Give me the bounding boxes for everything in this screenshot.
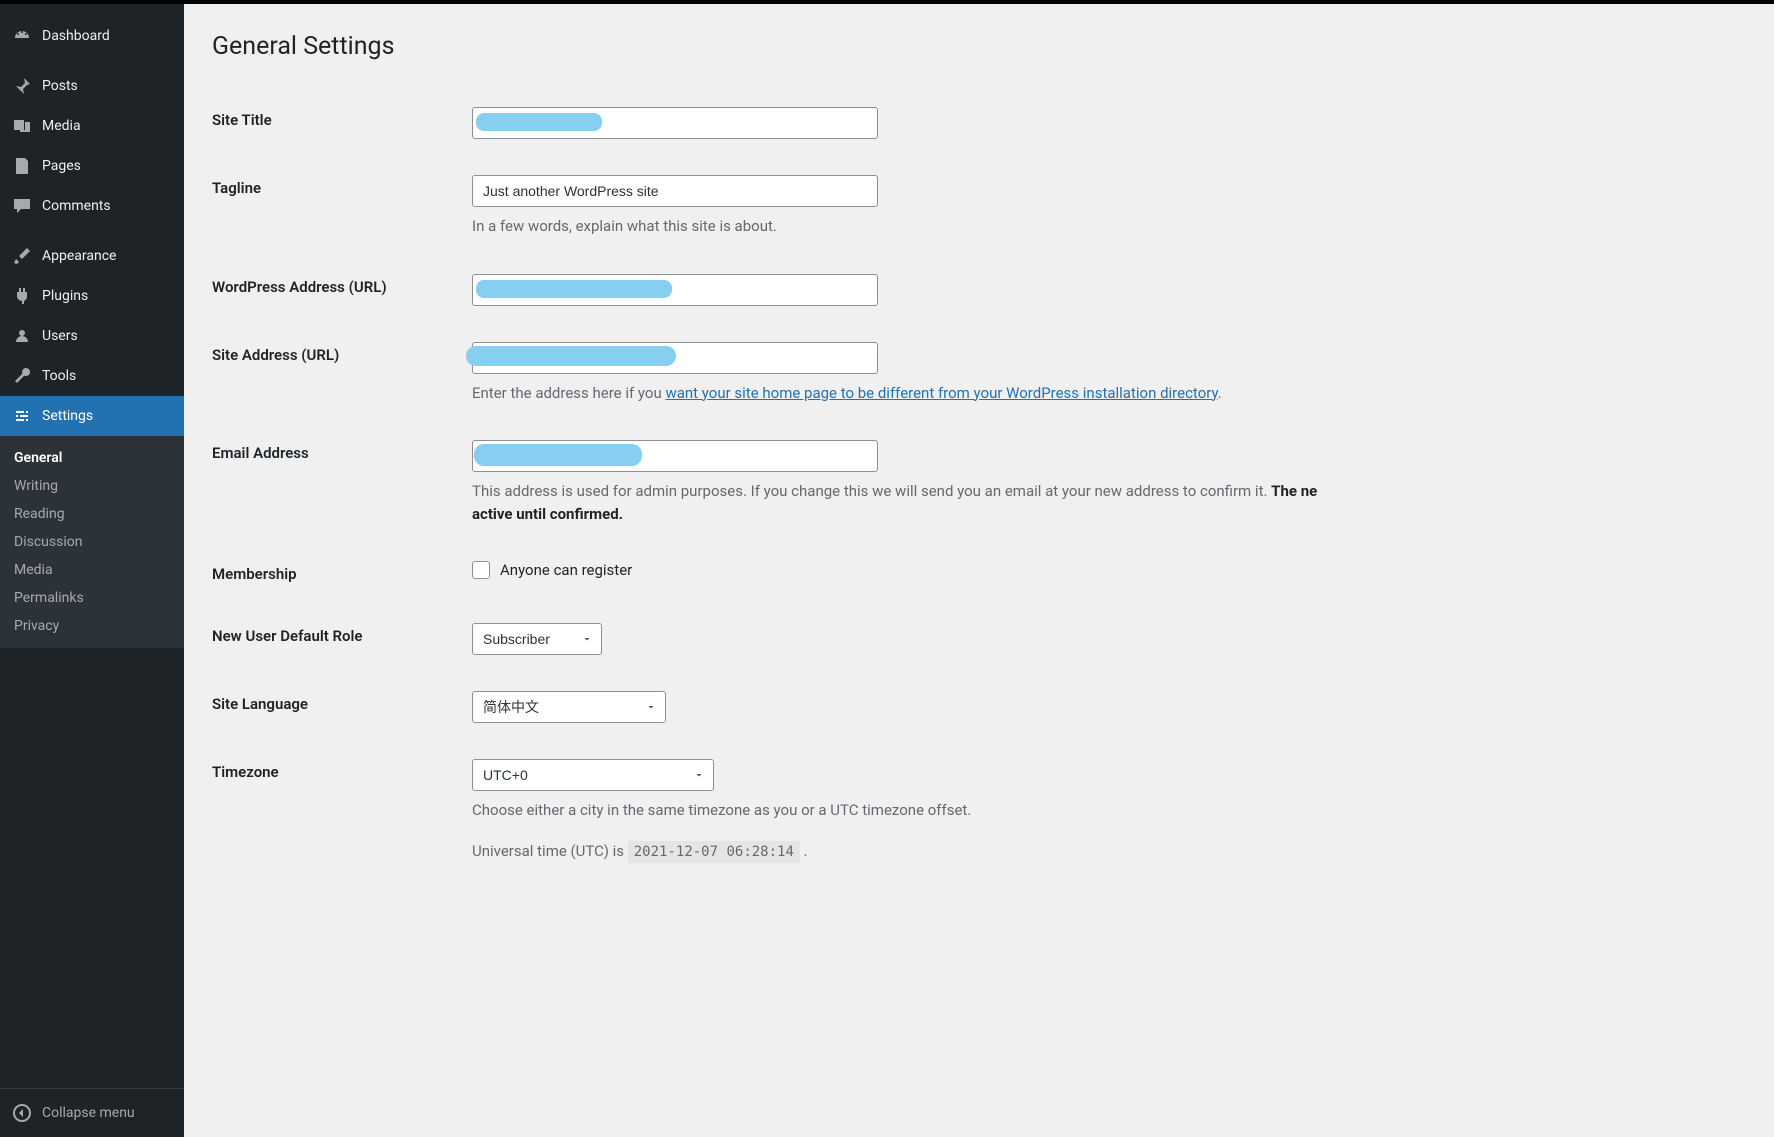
sidebar-item-label: Tools xyxy=(42,368,76,384)
collapse-icon xyxy=(12,1103,32,1123)
label-wp-address: WordPress Address (URL) xyxy=(212,256,472,324)
sidebar-item-label: Comments xyxy=(42,198,111,214)
submenu-item-media[interactable]: Media xyxy=(0,556,184,584)
submenu-item-permalinks[interactable]: Permalinks xyxy=(0,584,184,612)
tagline-description: In a few words, explain what this site i… xyxy=(472,215,1746,238)
sidebar-item-dashboard[interactable]: Dashboard xyxy=(0,16,184,56)
submenu-item-privacy[interactable]: Privacy xyxy=(0,612,184,640)
default-role-select[interactable]: Subscriber xyxy=(472,623,602,655)
sidebar-item-media[interactable]: Media xyxy=(0,106,184,146)
label-language: Site Language xyxy=(212,673,472,741)
timezone-description-1: Choose either a city in the same timezon… xyxy=(472,799,1746,822)
sidebar-item-label: Pages xyxy=(42,158,81,174)
page-title: General Settings xyxy=(212,32,1746,61)
sidebar-item-label: Settings xyxy=(42,408,93,424)
pin-icon xyxy=(12,76,32,96)
main-content: General Settings Site Title Tagline In a… xyxy=(184,4,1774,1137)
sidebar-item-label: Users xyxy=(42,328,78,344)
label-membership: Membership xyxy=(212,543,472,605)
sidebar-item-pages[interactable]: Pages xyxy=(0,146,184,186)
utc-time: 2021-12-07 06:28:14 xyxy=(628,841,800,863)
language-select[interactable]: 简体中文 xyxy=(472,691,666,723)
settings-submenu: General Writing Reading Discussion Media… xyxy=(0,436,184,648)
sidebar-item-settings[interactable]: Settings xyxy=(0,396,184,436)
submenu-item-writing[interactable]: Writing xyxy=(0,472,184,500)
submenu-item-general[interactable]: General xyxy=(0,444,184,472)
media-icon xyxy=(12,116,32,136)
wrench-icon xyxy=(12,366,32,386)
site-title-input[interactable] xyxy=(472,107,878,139)
site-address-description: Enter the address here if you want your … xyxy=(472,382,1746,405)
sidebar-item-label: Media xyxy=(42,118,81,134)
label-tagline: Tagline xyxy=(212,157,472,256)
collapse-menu-label: Collapse menu xyxy=(42,1105,135,1121)
users-icon xyxy=(12,326,32,346)
label-timezone: Timezone xyxy=(212,741,472,881)
membership-checkbox[interactable] xyxy=(472,561,490,579)
plug-icon xyxy=(12,286,32,306)
membership-checkbox-wrap[interactable]: Anyone can register xyxy=(472,561,1746,579)
settings-icon xyxy=(12,406,32,426)
pages-icon xyxy=(12,156,32,176)
submenu-item-discussion[interactable]: Discussion xyxy=(0,528,184,556)
label-default-role: New User Default Role xyxy=(212,605,472,673)
sidebar-item-users[interactable]: Users xyxy=(0,316,184,356)
sidebar-item-appearance[interactable]: Appearance xyxy=(0,236,184,276)
email-description: This address is used for admin purposes.… xyxy=(472,480,1746,525)
label-email: Email Address xyxy=(212,422,472,543)
timezone-description-2: Universal time (UTC) is 2021-12-07 06:28… xyxy=(472,840,1746,863)
sidebar-item-label: Appearance xyxy=(42,248,116,264)
dashboard-icon xyxy=(12,26,32,46)
sidebar-item-comments[interactable]: Comments xyxy=(0,186,184,226)
comments-icon xyxy=(12,196,32,216)
sidebar-item-label: Plugins xyxy=(42,288,88,304)
label-site-address: Site Address (URL) xyxy=(212,324,472,423)
label-site-title: Site Title xyxy=(212,89,472,157)
sidebar-item-label: Posts xyxy=(42,78,78,94)
wp-address-input[interactable] xyxy=(472,274,878,306)
collapse-menu-button[interactable]: Collapse menu xyxy=(0,1088,184,1137)
email-input[interactable] xyxy=(472,440,878,472)
tagline-input[interactable] xyxy=(472,175,878,207)
brush-icon xyxy=(12,246,32,266)
admin-sidebar: Dashboard Posts Media Pages Comments App… xyxy=(0,4,184,1137)
sidebar-item-posts[interactable]: Posts xyxy=(0,66,184,106)
membership-checkbox-label: Anyone can register xyxy=(500,561,632,579)
sidebar-item-plugins[interactable]: Plugins xyxy=(0,276,184,316)
submenu-item-reading[interactable]: Reading xyxy=(0,500,184,528)
site-address-input[interactable] xyxy=(472,342,878,374)
sidebar-item-tools[interactable]: Tools xyxy=(0,356,184,396)
sidebar-item-label: Dashboard xyxy=(42,28,110,44)
timezone-select[interactable]: UTC+0 xyxy=(472,759,714,791)
site-address-help-link[interactable]: want your site home page to be different… xyxy=(665,384,1217,402)
